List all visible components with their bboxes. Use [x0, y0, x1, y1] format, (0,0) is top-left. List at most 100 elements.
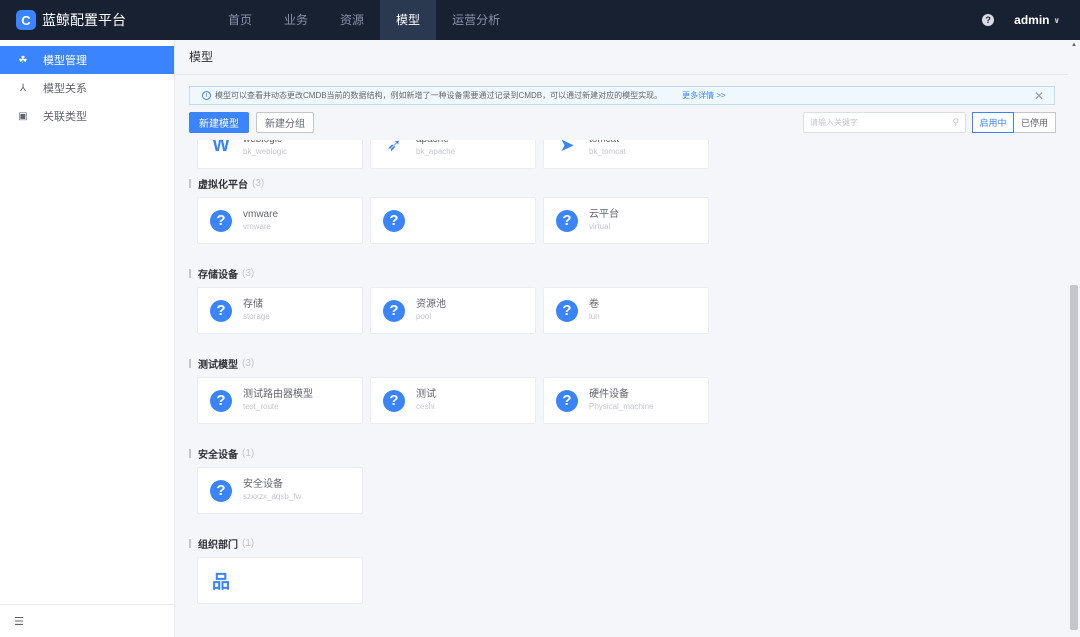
model-card[interactable]: 品 — [197, 557, 363, 604]
group-title: 测试模型 (3) — [189, 349, 1068, 377]
model-cards: ? 安全设备 szxxzx_aqsb_fw — [197, 467, 1068, 514]
logo-icon: C — [16, 10, 36, 30]
model-group: 存储设备 (3) ? 存储 storage ? 资源池 pool ? 卷 lun — [189, 259, 1068, 349]
main-nav: 首页 业务 资源 模型 运营分析 — [212, 0, 516, 40]
disabled-tab[interactable]: 已停用 — [1014, 112, 1056, 133]
model-name: 存储 — [243, 298, 263, 310]
nav-home[interactable]: 首页 — [212, 0, 268, 40]
question-icon: ? — [383, 389, 405, 412]
model-groups: W weblogicbk_weblogic ➶ apachebk_apache … — [176, 140, 1068, 619]
model-id: test_route — [243, 401, 279, 411]
model-card[interactable]: ➶ apachebk_apache — [370, 140, 536, 169]
nav-business[interactable]: 业务 — [268, 0, 324, 40]
model-groups-area: W weblogicbk_weblogic ➶ apachebk_apache … — [176, 140, 1068, 637]
model-id: storage — [243, 311, 270, 321]
model-card[interactable]: ? 测试路由器模型 test_route — [197, 377, 363, 424]
sidebar-item-model-relation[interactable]: ⅄ 模型关系 — [0, 74, 174, 102]
model-id: Physical_machine — [589, 401, 654, 411]
sidebar-item-association-type[interactable]: ▣ 关联类型 — [0, 102, 174, 130]
model-cards: ? 测试路由器模型 test_route ? 测试 ceshi ? 硬件设备 Phys… — [197, 377, 1068, 424]
sidebar-item-model-management[interactable]: ☘ 模型管理 — [0, 46, 174, 74]
model-id: bk_weblogic — [243, 146, 288, 156]
model-cards: ? vmware vmware ? ? 云平台 virtual — [197, 197, 1068, 244]
app-logo[interactable]: C 蓝鲸配置平台 — [16, 10, 206, 30]
model-id: szxxzx_aqsb_fw — [243, 491, 302, 501]
group-title: 存储设备 (3) — [189, 259, 1068, 287]
tomcat-icon: ➤ — [559, 140, 575, 155]
more-details-link[interactable]: 更多详情 >> — [682, 90, 726, 101]
collapse-menu-icon[interactable]: ☰ — [14, 615, 24, 628]
group-count: (3) — [252, 177, 265, 189]
question-icon: ? — [210, 479, 232, 502]
model-name: vmware — [243, 208, 279, 220]
main-content: 模型 i 模型可以查看并动态更改CMDB当前的数据结构，例如新增了一种设备需要通… — [176, 40, 1068, 637]
question-icon: ? — [383, 209, 405, 232]
model-name: 测试路由器模型 — [243, 388, 313, 400]
model-card[interactable]: ? vmware vmware — [197, 197, 363, 244]
user-menu[interactable]: admin ∨ — [1014, 13, 1060, 27]
model-card[interactable]: W weblogicbk_weblogic — [197, 140, 363, 169]
sidebar-item-label: 模型管理 — [43, 55, 87, 67]
group-title: 虚拟化平台 (3) — [189, 169, 1068, 197]
question-icon: ? — [556, 209, 578, 232]
model-group: 虚拟化平台 (3) ? vmware vmware ? ? 云平台 virtual — [189, 169, 1068, 259]
model-card[interactable]: ? 安全设备 szxxzx_aqsb_fw — [197, 467, 363, 514]
group-title: 组织部门 (1) — [189, 529, 1068, 557]
model-card[interactable]: ➤ tomcatbk_tomcat — [543, 140, 709, 169]
model-card[interactable]: ? 资源池 pool — [370, 287, 536, 334]
enabled-tab[interactable]: 启用中 — [972, 112, 1014, 133]
group-count: (1) — [242, 537, 255, 549]
model-id: bk_tomcat — [589, 146, 626, 156]
scrollbar-thumb[interactable] — [1070, 285, 1078, 630]
model-cards: 品 — [197, 557, 1068, 604]
scroll-up-icon[interactable]: ▲ — [1071, 42, 1077, 48]
app-title: 蓝鲸配置平台 — [42, 12, 126, 28]
model-card[interactable]: ? 卷 lun — [543, 287, 709, 334]
new-group-button[interactable]: 新建分组 — [256, 112, 314, 133]
model-group: 安全设备 (1) ? 安全设备 szxxzx_aqsb_fw — [189, 439, 1068, 529]
model-name: weblogic — [243, 140, 287, 146]
model-id: bk_apache — [416, 146, 456, 156]
status-toggle: 启用中 已停用 — [972, 112, 1056, 133]
model-group: W weblogicbk_weblogic ➶ apachebk_apache … — [189, 140, 1068, 169]
chevron-down-icon: ∨ — [1053, 15, 1061, 25]
association-type-icon: ▣ — [18, 110, 28, 122]
model-name: 硬件设备 — [589, 388, 629, 400]
page-scrollbar[interactable]: ▲ — [1068, 40, 1080, 637]
info-icon: i — [202, 91, 211, 100]
group-title: 安全设备 (1) — [189, 439, 1068, 467]
nav-analysis[interactable]: 运营分析 — [436, 0, 516, 40]
model-name: 安全设备 — [243, 478, 283, 490]
nav-model[interactable]: 模型 — [380, 0, 437, 40]
alert-text: 模型可以查看并动态更改CMDB当前的数据结构，例如新增了一种设备需要通过记录到C… — [215, 91, 663, 100]
model-group: 测试模型 (3) ? 测试路由器模型 test_route ? 测试 ceshi ?… — [189, 349, 1068, 439]
model-card[interactable]: ? 云平台 virtual — [543, 197, 709, 244]
info-alert: i 模型可以查看并动态更改CMDB当前的数据结构，例如新增了一种设备需要通过记录… — [189, 86, 1055, 105]
question-icon: ? — [210, 389, 232, 412]
model-management-icon: ☘ — [18, 54, 28, 66]
sidebar-item-label: 关联类型 — [43, 111, 87, 123]
new-model-button[interactable]: 新建模型 — [189, 112, 249, 133]
model-name: 云平台 — [589, 208, 619, 220]
model-cards: ? 存储 storage ? 资源池 pool ? 卷 lun — [197, 287, 1068, 334]
model-relation-icon: ⅄ — [19, 82, 27, 94]
model-id: virtual — [589, 221, 611, 231]
model-id: lun — [589, 311, 600, 321]
question-icon: ? — [210, 209, 232, 232]
question-icon: ? — [556, 299, 578, 322]
model-card[interactable]: ? 硬件设备 Physical_machine — [543, 377, 709, 424]
model-card[interactable]: ? 存储 storage — [197, 287, 363, 334]
close-icon[interactable]: ✕ — [1034, 89, 1044, 103]
top-right-area: ? admin ∨ — [982, 13, 1060, 27]
model-card[interactable]: ? 测试 ceshi — [370, 377, 536, 424]
top-navbar: C 蓝鲸配置平台 首页 业务 资源 模型 运营分析 ? admin ∨ — [0, 0, 1080, 40]
help-icon[interactable]: ? — [982, 14, 995, 26]
model-card[interactable]: ? — [370, 197, 536, 244]
nav-resource[interactable]: 资源 — [324, 0, 380, 40]
group-count: (1) — [242, 447, 255, 459]
apache-feather-icon: ➶ — [386, 140, 402, 155]
search-input[interactable] — [810, 118, 953, 127]
question-icon: ? — [383, 299, 405, 322]
search-icon[interactable]: ⚲ — [952, 117, 959, 128]
model-name: 资源池 — [416, 298, 446, 310]
